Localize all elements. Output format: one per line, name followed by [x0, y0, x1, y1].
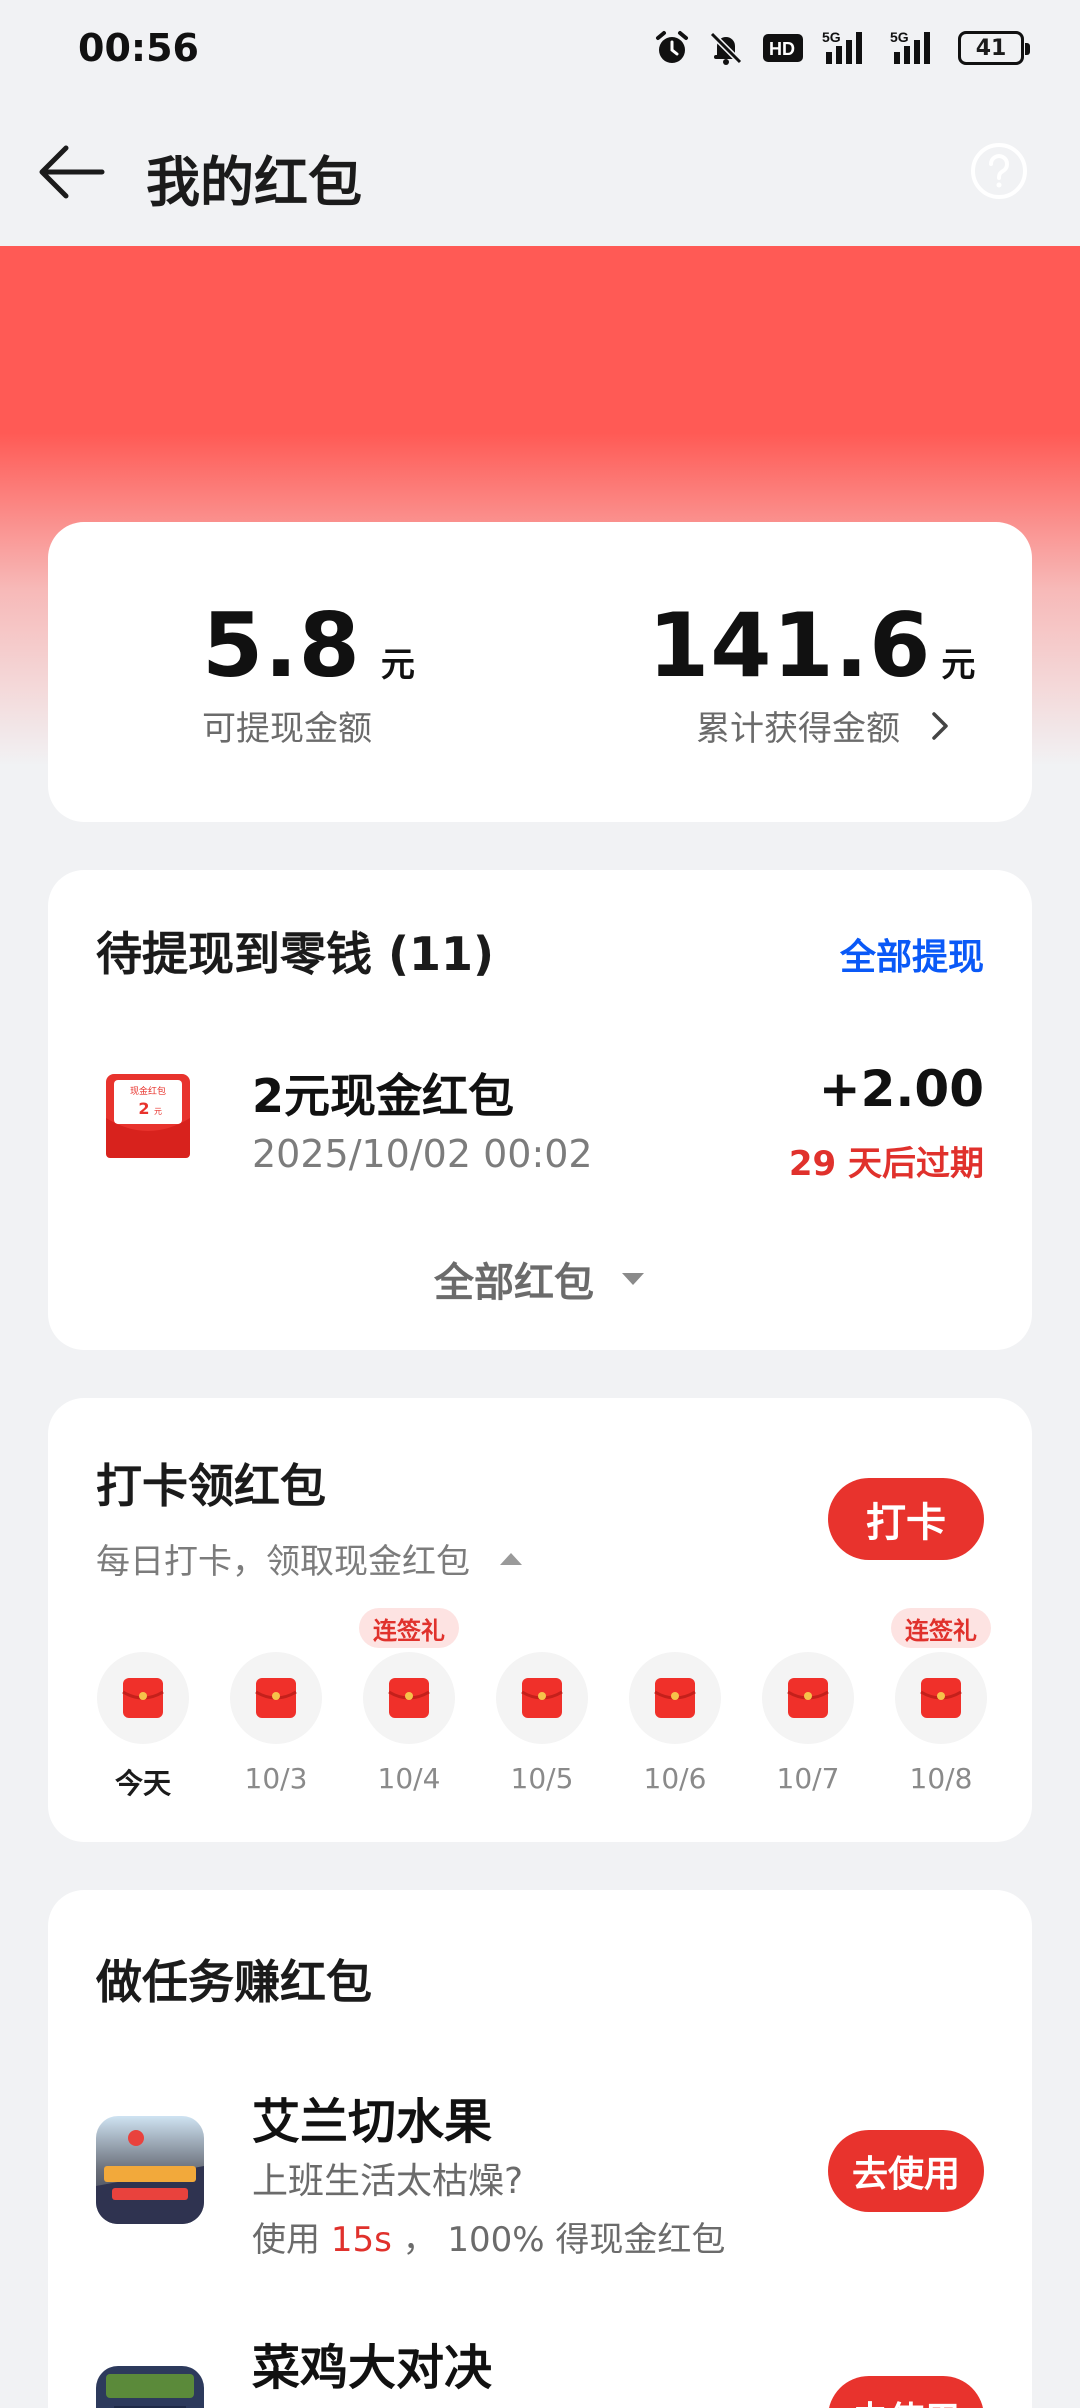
checkin-button[interactable]: 打卡: [828, 1478, 984, 1560]
red-packet-icon: [521, 1678, 563, 1718]
day-label: 10/5: [510, 1762, 574, 1795]
task-use-button[interactable]: 去使用: [828, 2130, 984, 2212]
all-packets-toggle[interactable]: 全部红包: [48, 1250, 1032, 1308]
summary-card: 5.8 元 可提现金额 141.6 元 累计获得金额: [48, 522, 1032, 822]
checkin-day: 连签礼 10/8: [874, 1608, 1008, 1808]
network-label: 5G: [890, 30, 909, 45]
red-packet-icon: [920, 1678, 962, 1718]
envelope-amount: 2: [138, 1099, 149, 1118]
bell-off-icon: [709, 31, 743, 65]
withdrawable-label: 可提现金额: [202, 709, 372, 749]
chevron-right-icon: [932, 711, 948, 740]
checkin-day: 今天: [76, 1608, 210, 1808]
header: 我的红包: [0, 96, 1080, 246]
task-desc: 上班生活太枯燥?: [252, 2161, 524, 2202]
red-packet-icon: [388, 1678, 430, 1718]
status-bar: 00:56 HD 5G 5G 41: [0, 0, 1080, 96]
envelope-unit: 元: [154, 1107, 162, 1116]
checkin-day: 10/3: [209, 1608, 343, 1808]
task-reward: 使用 15s ， 100% 得现金红包: [252, 2212, 725, 2261]
task-app-icon[interactable]: [96, 2116, 204, 2224]
checkin-title: 打卡领红包: [96, 1459, 326, 1513]
day-label: 10/8: [909, 1762, 973, 1795]
caret-up-icon[interactable]: [498, 1551, 524, 1567]
task-use-button[interactable]: 去使用: [828, 2376, 984, 2408]
day-envelope: [363, 1652, 455, 1744]
total-unit: 元: [941, 645, 976, 685]
alarm-icon: [656, 31, 688, 63]
day-envelope: [629, 1652, 721, 1744]
withdraw-title: 待提现到零钱 (11): [96, 927, 495, 981]
day-envelope: [762, 1652, 854, 1744]
withdrawable-amount: 5.8 元 可提现金额: [202, 594, 415, 750]
checkin-days: 今天 10/3 连签礼 10/4 10/5 10/6 10/7 连签礼 10/8: [48, 1608, 1032, 1818]
hd-icon: HD: [763, 34, 803, 62]
back-arrow-icon: [39, 145, 105, 199]
checkin-card: 打卡领红包 每日打卡，领取现金红包 打卡 今天 10/3 连签礼 10/4 10/5 10…: [48, 1398, 1032, 1842]
signal-icon: 5G: [822, 30, 862, 64]
day-envelope: [97, 1652, 189, 1744]
red-packet-icon: [787, 1678, 829, 1718]
red-packet-icon: [255, 1678, 297, 1718]
packet-expire: 29 天后过期: [788, 1144, 984, 1184]
streak-gift-badge: 连签礼: [359, 1608, 459, 1648]
back-button[interactable]: [36, 142, 108, 202]
checkin-subtitle: 每日打卡，领取现金红包: [96, 1542, 470, 1582]
task-reward-prefix: 使用: [252, 2220, 320, 2260]
task-name: 菜鸡大对决: [252, 2340, 493, 2396]
withdraw-all-button[interactable]: 全部提现: [840, 928, 984, 980]
withdrawable-value: 5.8: [202, 594, 361, 697]
withdrawable-unit: 元: [380, 645, 415, 685]
checkin-day: 连签礼 10/4: [342, 1608, 476, 1808]
day-label: 10/7: [776, 1762, 840, 1795]
packet-amount: +2.00: [818, 1060, 984, 1118]
help-button[interactable]: [970, 142, 1028, 200]
all-packets-label: 全部红包: [434, 1260, 594, 1306]
red-packet-icon: [122, 1678, 164, 1718]
withdraw-card: 待提现到零钱 (11) 全部提现 现金红包 2 元 2元现金红包 2025/10…: [48, 870, 1032, 1350]
day-envelope: [496, 1652, 588, 1744]
battery-icon: 41: [958, 31, 1030, 65]
day-label: 10/3: [244, 1762, 308, 1795]
day-label: 10/6: [643, 1762, 707, 1795]
total-label: 累计获得金额: [696, 709, 900, 749]
task-card: 做任务赚红包 艾兰切水果 上班生活太枯燥? 使用 15s ， 100% 得现金红…: [48, 1890, 1032, 2408]
red-envelope-icon: 现金红包 2 元: [102, 1070, 194, 1162]
streak-gift-badge: 连签礼: [891, 1608, 991, 1648]
network-label: 5G: [822, 30, 841, 45]
packet-date: 2025/10/02 00:02: [252, 1132, 593, 1176]
checkin-day: 10/5: [475, 1608, 609, 1808]
day-envelope: [895, 1652, 987, 1744]
task-reward-suffix: ， 100% 得现金红包: [402, 2220, 726, 2260]
signal-icon: 5G: [890, 30, 930, 64]
task-reward-time: 15s: [330, 2220, 392, 2260]
total-value: 141.6: [648, 594, 932, 697]
question-icon: [971, 143, 1027, 199]
hd-label: HD: [769, 39, 795, 59]
day-label: 今天: [114, 1767, 171, 1800]
red-packet-icon: [654, 1678, 696, 1718]
day-envelope: [230, 1652, 322, 1744]
day-label: 10/4: [377, 1762, 441, 1795]
status-time: 00:56: [78, 26, 199, 70]
page-title: 我的红包: [146, 151, 362, 214]
status-icons: HD 5G 5G 41: [654, 28, 1030, 68]
total-earned[interactable]: 141.6 元 累计获得金额: [648, 594, 975, 750]
checkin-day: 10/6: [608, 1608, 742, 1808]
packet-name: 2元现金红包: [252, 1069, 515, 1123]
caret-down-icon: [622, 1273, 644, 1285]
checkin-day: 10/7: [741, 1608, 875, 1808]
task-title: 做任务赚红包: [96, 1955, 372, 2009]
task-app-icon[interactable]: [96, 2366, 204, 2408]
task-name: 艾兰切水果: [252, 2094, 493, 2150]
envelope-caption: 现金红包: [130, 1085, 166, 1097]
